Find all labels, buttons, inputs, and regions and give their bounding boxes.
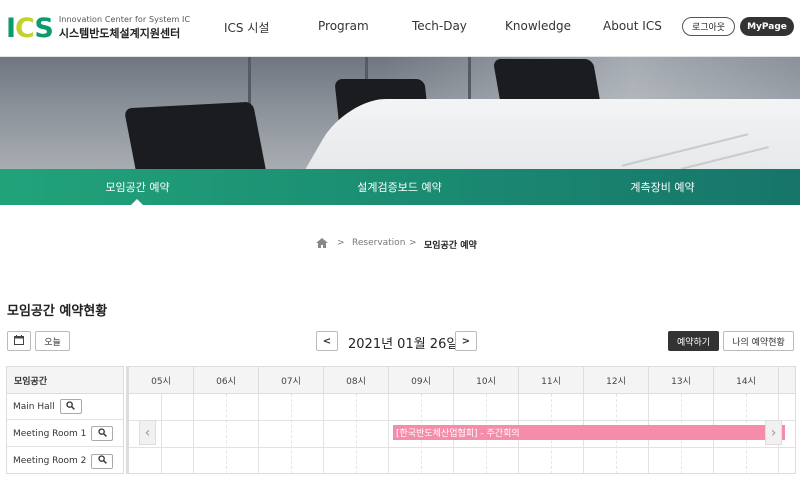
half-hour-line xyxy=(356,394,357,473)
page-title: 모임공간 예약현황 xyxy=(7,304,108,319)
hour-label: 05시 xyxy=(129,367,194,394)
scroll-left-button[interactable]: ‹ xyxy=(139,420,156,445)
room-row-meeting-room-2: Meeting Room 2 xyxy=(7,448,123,474)
room-name: Meeting Room 2 xyxy=(13,456,87,466)
breadcrumb-current: 모임공간 예약 xyxy=(424,241,477,251)
hour-label: 11시 xyxy=(519,367,584,394)
breadcrumb: > Reservation > 모임공간 예약 xyxy=(0,238,800,252)
site-header: ICS Innovation Center for System IC 시스템반… xyxy=(0,0,800,57)
half-hour-line xyxy=(226,394,227,473)
tab-measurement-equipment[interactable]: 계측장비 예약 xyxy=(525,169,800,205)
nav-item-tech-day[interactable]: Tech-Day xyxy=(412,19,467,33)
nav-item-program[interactable]: Program xyxy=(318,19,369,33)
tab-design-board[interactable]: 설계검증보드 예약 xyxy=(262,169,537,205)
reservation-tab-bar: 모임공간 예약 설계검증보드 예약 계측장비 예약 xyxy=(0,169,800,205)
calendar-icon xyxy=(14,334,24,348)
rooms-header: 모임공간 xyxy=(7,367,123,394)
my-reservations-button[interactable]: 나의 예약현황 xyxy=(723,331,794,351)
current-date: 2021년 01월 26일 xyxy=(348,337,459,352)
hour-label: 13시 xyxy=(649,367,714,394)
hour-line xyxy=(258,394,259,473)
timeline-header: 05시 06시 07시 08시 09시 10시 11시 12시 13시 14시 xyxy=(129,367,795,394)
room-name: Meeting Room 1 xyxy=(13,428,87,439)
room-row-meeting-room-1: Meeting Room 1 xyxy=(7,421,123,447)
hour-label: 09시 xyxy=(389,367,454,394)
reserve-button[interactable]: 예약하기 xyxy=(668,331,719,351)
hour-label: 08시 xyxy=(324,367,389,394)
nav-item-knowledge[interactable]: Knowledge xyxy=(505,19,571,33)
calendar-button[interactable] xyxy=(7,331,31,351)
hour-label: 06시 xyxy=(194,367,259,394)
prev-date-button[interactable]: < xyxy=(316,331,338,351)
today-button[interactable]: 오늘 xyxy=(35,331,70,351)
hour-line xyxy=(388,394,389,473)
breadcrumb-separator: > xyxy=(337,238,345,248)
banner-chair xyxy=(123,101,267,169)
site-logo[interactable]: ICS Innovation Center for System IC 시스템반… xyxy=(6,12,190,44)
breadcrumb-separator: > xyxy=(409,238,417,248)
logo-korean-name: 시스템반도체설계지원센터 xyxy=(58,27,181,40)
scroll-right-button[interactable]: › xyxy=(765,420,782,445)
hour-label: 07시 xyxy=(259,367,324,394)
logout-button[interactable]: 로그아웃 xyxy=(682,17,735,36)
half-hour-line xyxy=(291,394,292,473)
room-row-main-hall: Main Hall xyxy=(7,394,123,420)
active-tab-indicator xyxy=(131,199,143,205)
next-date-button[interactable]: > xyxy=(455,331,477,351)
search-icon xyxy=(98,455,107,467)
hour-label: 14시 xyxy=(714,367,779,394)
logo-text: Innovation Center for System IC 시스템반도체설계… xyxy=(59,15,190,41)
logo-english-name: Innovation Center for System IC xyxy=(58,15,191,24)
room-name: Main Hall xyxy=(13,401,55,412)
room-detail-button[interactable] xyxy=(91,453,114,469)
logo-mark: ICS xyxy=(6,12,54,44)
timeline[interactable]: 05시 06시 07시 08시 09시 10시 11시 12시 13시 14시 xyxy=(126,366,796,474)
schedule-grid: 모임공간 Main Hall Meeting Room 1 Meeting Ro… xyxy=(6,366,796,476)
hour-label: 10시 xyxy=(454,367,519,394)
hour-line xyxy=(193,394,194,473)
breadcrumb-reservation[interactable]: Reservation xyxy=(352,238,405,248)
room-column: 모임공간 Main Hall Meeting Room 1 Meeting Ro… xyxy=(6,366,124,474)
mypage-button[interactable]: MyPage xyxy=(740,17,794,36)
home-icon[interactable] xyxy=(316,238,328,251)
nav-item-about[interactable]: About ICS xyxy=(603,19,662,33)
row-line xyxy=(129,420,795,421)
hour-label: 12시 xyxy=(584,367,649,394)
half-hour-line xyxy=(161,394,162,473)
reservation-event[interactable]: [한국반도체산업협회] - 주간회의 xyxy=(393,425,785,440)
search-icon xyxy=(66,400,76,413)
nav-item-facilities[interactable]: ICS 시설 xyxy=(224,19,269,36)
room-detail-button[interactable] xyxy=(91,426,114,441)
room-detail-button[interactable] xyxy=(59,399,82,414)
search-icon xyxy=(98,427,107,440)
hour-line xyxy=(323,394,324,473)
hero-banner-image xyxy=(0,57,800,169)
row-line xyxy=(129,447,795,448)
